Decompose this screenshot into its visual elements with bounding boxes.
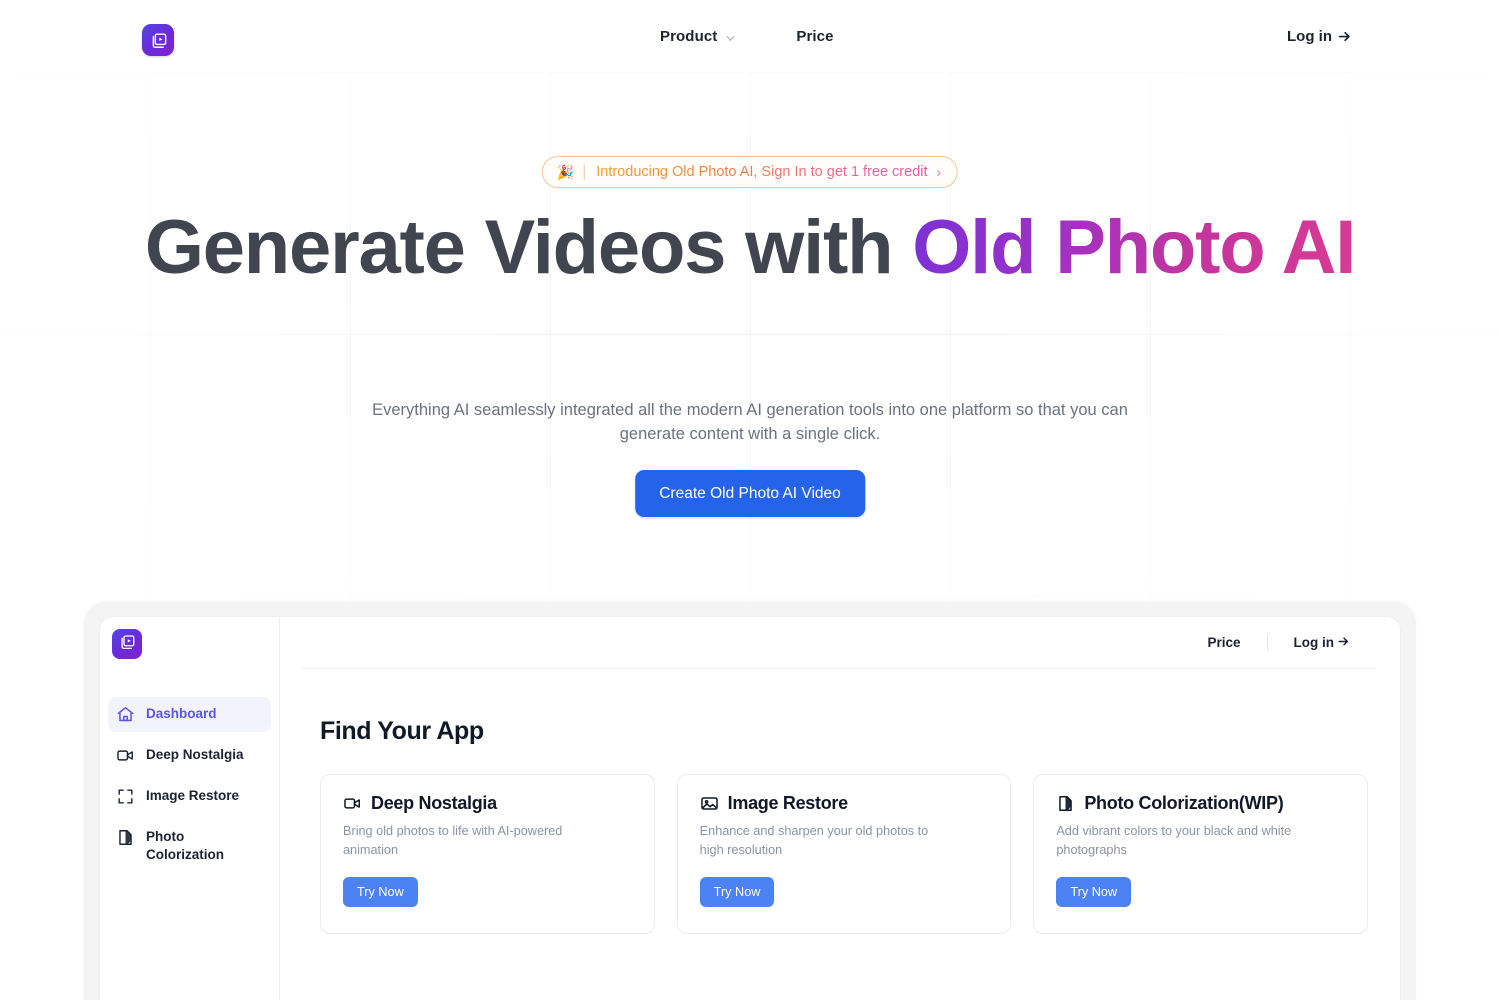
app-header-price-link[interactable]: Price: [1207, 635, 1240, 650]
create-video-button[interactable]: Create Old Photo AI Video: [635, 470, 865, 517]
sidebar-item-deep-nostalgia[interactable]: Deep Nostalgia: [108, 738, 271, 773]
app-card-title-row: Photo Colorization(WIP): [1056, 793, 1347, 814]
app-header-divider: [1266, 634, 1268, 651]
try-now-button[interactable]: Try Now: [1056, 877, 1132, 907]
announcement-banner[interactable]: 🎉 Introducing Old Photo AI, Sign In to g…: [541, 156, 959, 188]
announcement-text: Introducing Old Photo AI, Sign In to get…: [596, 164, 928, 180]
video-camera-icon: [343, 794, 362, 813]
party-popper-icon: 🎉: [556, 164, 575, 180]
app-card-title-row: Deep Nostalgia: [343, 793, 634, 814]
app-content: Find Your App Deep Nostalgia Bring old p…: [280, 669, 1400, 934]
video-camera-icon: [116, 746, 135, 765]
sidebar-item-dashboard[interactable]: Dashboard: [108, 697, 271, 732]
app-card-title: Photo Colorization(WIP): [1084, 793, 1284, 813]
app-card-deep-nostalgia[interactable]: Deep Nostalgia Bring old photos to life …: [320, 774, 655, 934]
background-grid: [0, 72, 1500, 622]
color-page-icon: [116, 828, 135, 847]
maximize-icon: [116, 787, 135, 806]
section-title: Find Your App: [320, 717, 484, 745]
login-link[interactable]: Log in: [1287, 28, 1352, 45]
sidebar-item-photo-colorization-label: Photo Colorization: [146, 829, 224, 862]
announcement-caret-icon: ›: [936, 164, 942, 180]
app-main: Price Log in Find Your App Deep Nostalgi…: [280, 617, 1400, 1000]
nav-links: Product Price: [660, 28, 834, 45]
home-icon: [116, 705, 135, 724]
app-card-photo-colorization[interactable]: Photo Colorization(WIP) Add vibrant colo…: [1033, 774, 1369, 934]
page-title: Generate Videos with Old Photo AI: [0, 210, 1500, 286]
nav-item-price-label: Price: [796, 28, 834, 45]
arrow-right-icon: [1337, 29, 1352, 44]
app-preview-frame: Dashboard Deep Nostalgia Image Restore P…: [84, 602, 1416, 1000]
sidebar-item-photo-colorization[interactable]: Photo Colorization: [108, 820, 271, 872]
announcement-divider: [584, 164, 586, 180]
arrow-right-icon: [1337, 635, 1350, 651]
stacked-photo-play-icon: [118, 633, 136, 656]
stacked-photo-play-icon: [149, 31, 168, 50]
hero-subtitle: Everything AI seamlessly integrated all …: [372, 401, 1128, 443]
app-card-title-row: Image Restore: [700, 793, 991, 814]
chevron-down-icon: [725, 31, 736, 42]
try-now-button[interactable]: Try Now: [699, 877, 775, 907]
nav-item-product[interactable]: Product: [660, 28, 736, 45]
app-card-description: Add vibrant colors to your black and whi…: [1056, 824, 1292, 857]
app-window: Dashboard Deep Nostalgia Image Restore P…: [100, 617, 1400, 1000]
login-label: Log in: [1287, 28, 1332, 45]
app-card-title: Deep Nostalgia: [371, 793, 497, 813]
app-cards-grid: Deep Nostalgia Bring old photos to life …: [320, 774, 1369, 934]
nav-item-product-label: Product: [660, 28, 718, 45]
app-header-login-link[interactable]: Log in: [1294, 635, 1351, 651]
app-card-description: Bring old photos to life with AI-powered…: [343, 824, 563, 857]
app-header-login-label: Log in: [1293, 635, 1335, 650]
app-card-description: Enhance and sharpen your old photos to h…: [699, 824, 929, 857]
headline-accent: Old Photo AI: [912, 205, 1356, 290]
sidebar-item-image-restore-label: Image Restore: [146, 788, 240, 803]
brand-logo[interactable]: [142, 24, 174, 56]
top-navigation-bar: Product Price Log in: [0, 0, 1500, 80]
color-page-icon: [1056, 794, 1075, 813]
nav-item-price[interactable]: Price: [796, 28, 833, 45]
app-header: Price Log in: [302, 617, 1376, 669]
landing-page: Product Price Log in 🎉 Introducing Old P…: [0, 0, 1500, 1000]
sidebar-item-deep-nostalgia-label: Deep Nostalgia: [146, 747, 244, 762]
sidebar-item-image-restore[interactable]: Image Restore: [108, 779, 271, 814]
headline-plain: Generate Videos with: [144, 205, 894, 290]
app-card-title: Image Restore: [727, 793, 848, 813]
app-sidebar: Dashboard Deep Nostalgia Image Restore P…: [100, 617, 280, 1000]
image-icon: [700, 794, 719, 813]
try-now-button[interactable]: Try Now: [343, 877, 418, 907]
app-sidebar-logo[interactable]: [112, 629, 142, 659]
sidebar-item-dashboard-label: Dashboard: [146, 706, 217, 721]
app-card-image-restore[interactable]: Image Restore Enhance and sharpen your o…: [676, 774, 1012, 934]
